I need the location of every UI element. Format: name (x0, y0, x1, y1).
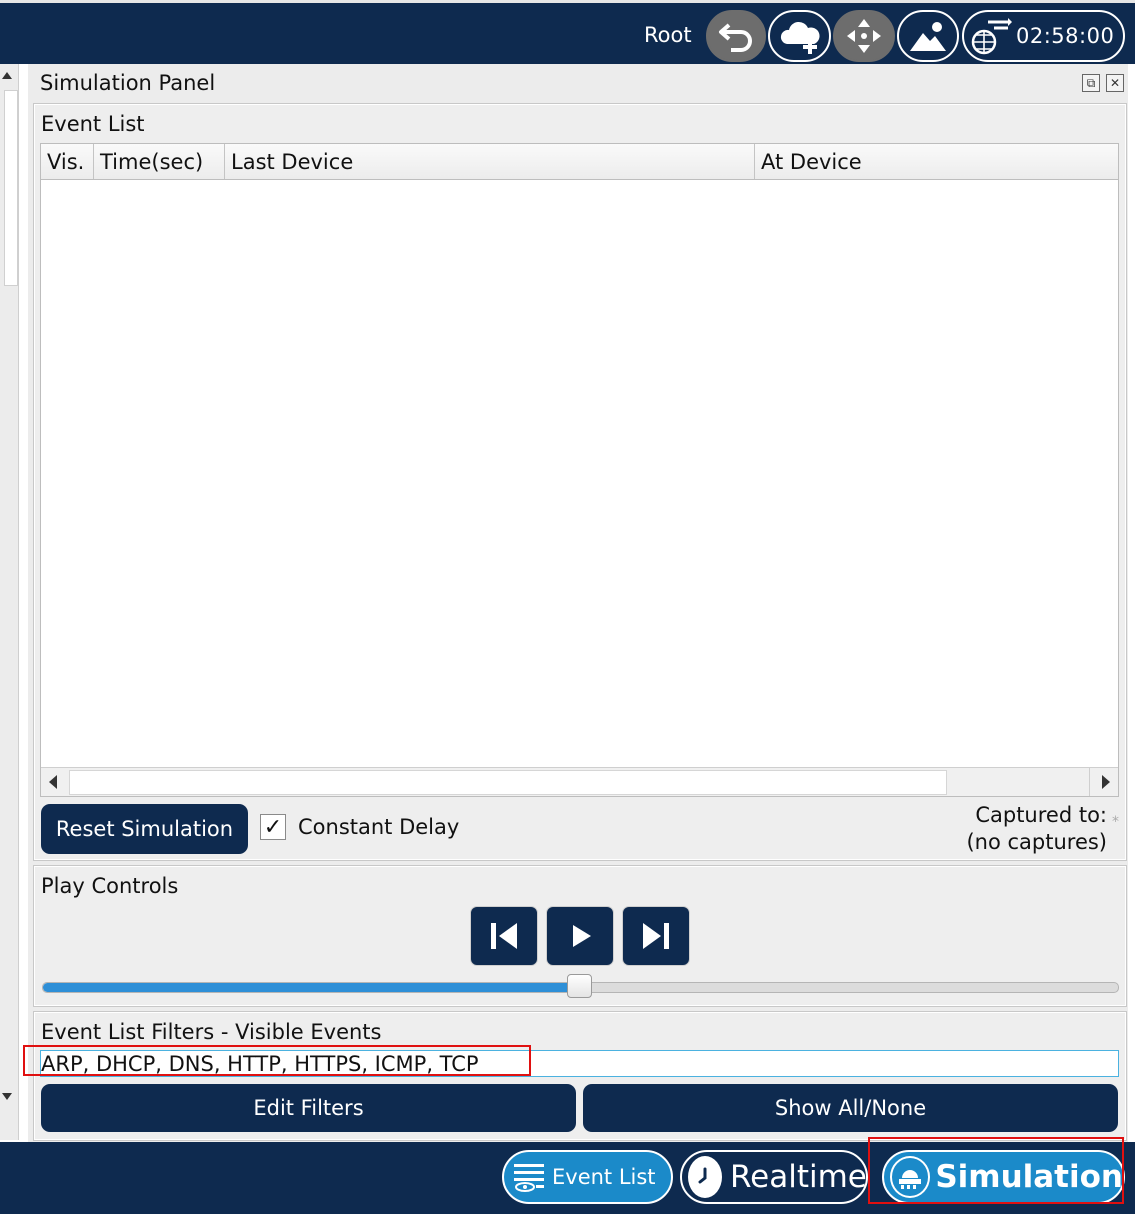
highlight-box-filters (23, 1045, 531, 1076)
column-header-at-device[interactable]: At Device (755, 144, 1120, 179)
highlight-box-simulation (868, 1137, 1124, 1204)
table-header: Vis. Time(sec) Last Device At Device (41, 144, 1118, 180)
horizontal-scrollbar[interactable] (41, 767, 1118, 796)
captured-to-value: (no captures) (966, 830, 1107, 854)
show-all-none-button[interactable]: Show All/None (583, 1084, 1118, 1132)
skip-forward-icon (643, 923, 669, 949)
scrollbar-divider (1089, 768, 1090, 796)
top-toolbar: Root 02:58:00 (0, 0, 1135, 64)
scroll-left-arrow-icon[interactable] (49, 775, 57, 789)
skip-back-icon (491, 923, 517, 949)
asterisk-icon: * (1112, 814, 1119, 830)
window-controls: ⧉ ✕ (1082, 74, 1124, 92)
network-clock-icon (971, 18, 1012, 55)
image-icon (910, 22, 946, 51)
root-label[interactable]: Root (644, 23, 692, 47)
column-header-last-device[interactable]: Last Device (225, 144, 755, 179)
back-button[interactable] (470, 906, 538, 966)
constant-delay-checkbox[interactable]: ✓ (260, 814, 286, 840)
realtime-label: Realtime (730, 1159, 867, 1195)
slider-thumb[interactable] (567, 974, 592, 998)
play-icon (573, 925, 591, 947)
scroll-down-arrow-icon[interactable] (2, 1093, 12, 1100)
undo-button[interactable] (706, 10, 766, 62)
event-list-icon (514, 1164, 544, 1192)
move-button[interactable] (833, 10, 895, 62)
close-icon[interactable]: ✕ (1106, 74, 1124, 92)
event-filters-title: Event List Filters - Visible Events (41, 1020, 382, 1044)
event-list-toggle-label: Event List (552, 1165, 656, 1189)
event-list-title: Event List (41, 112, 145, 136)
realtime-mode-button[interactable]: Realtime (680, 1150, 868, 1204)
background-image-button[interactable] (897, 10, 959, 62)
scrollbar-thumb[interactable] (4, 90, 18, 286)
checkmark-icon: ✓ (263, 814, 283, 840)
clock-icon (688, 1156, 722, 1198)
event-list-toggle[interactable]: Event List (502, 1150, 673, 1204)
constant-delay-label: Constant Delay (298, 815, 460, 839)
reset-simulation-button[interactable]: Reset Simulation (41, 804, 248, 854)
move-icon (847, 19, 881, 53)
captured-to-info: Captured to: (no captures) (966, 802, 1107, 856)
play-button[interactable] (546, 906, 614, 966)
play-controls-title: Play Controls (41, 874, 179, 898)
captured-to-label: Captured to: (975, 803, 1107, 827)
restore-icon[interactable]: ⧉ (1082, 74, 1100, 92)
horizontal-scrollbar-thumb[interactable] (69, 770, 947, 795)
undo-icon (719, 23, 752, 52)
scroll-right-arrow-icon[interactable] (1102, 775, 1110, 789)
clock-readout: 02:58:00 (1016, 24, 1115, 48)
scroll-up-arrow-icon[interactable] (2, 72, 12, 79)
add-cloud-button[interactable] (768, 10, 831, 62)
column-header-time[interactable]: Time(sec) (94, 144, 225, 179)
event-list-table[interactable]: Vis. Time(sec) Last Device At Device (40, 143, 1119, 797)
cloud-add-icon (780, 21, 820, 54)
panel-title: Simulation Panel (40, 71, 216, 95)
simulation-clock[interactable]: 02:58:00 (962, 10, 1125, 62)
slider-fill (43, 983, 581, 992)
edit-filters-button[interactable]: Edit Filters (41, 1084, 576, 1132)
column-header-vis[interactable]: Vis. (41, 144, 94, 179)
capture-forward-button[interactable] (622, 906, 690, 966)
left-pane-scrollbar[interactable] (0, 64, 19, 1140)
